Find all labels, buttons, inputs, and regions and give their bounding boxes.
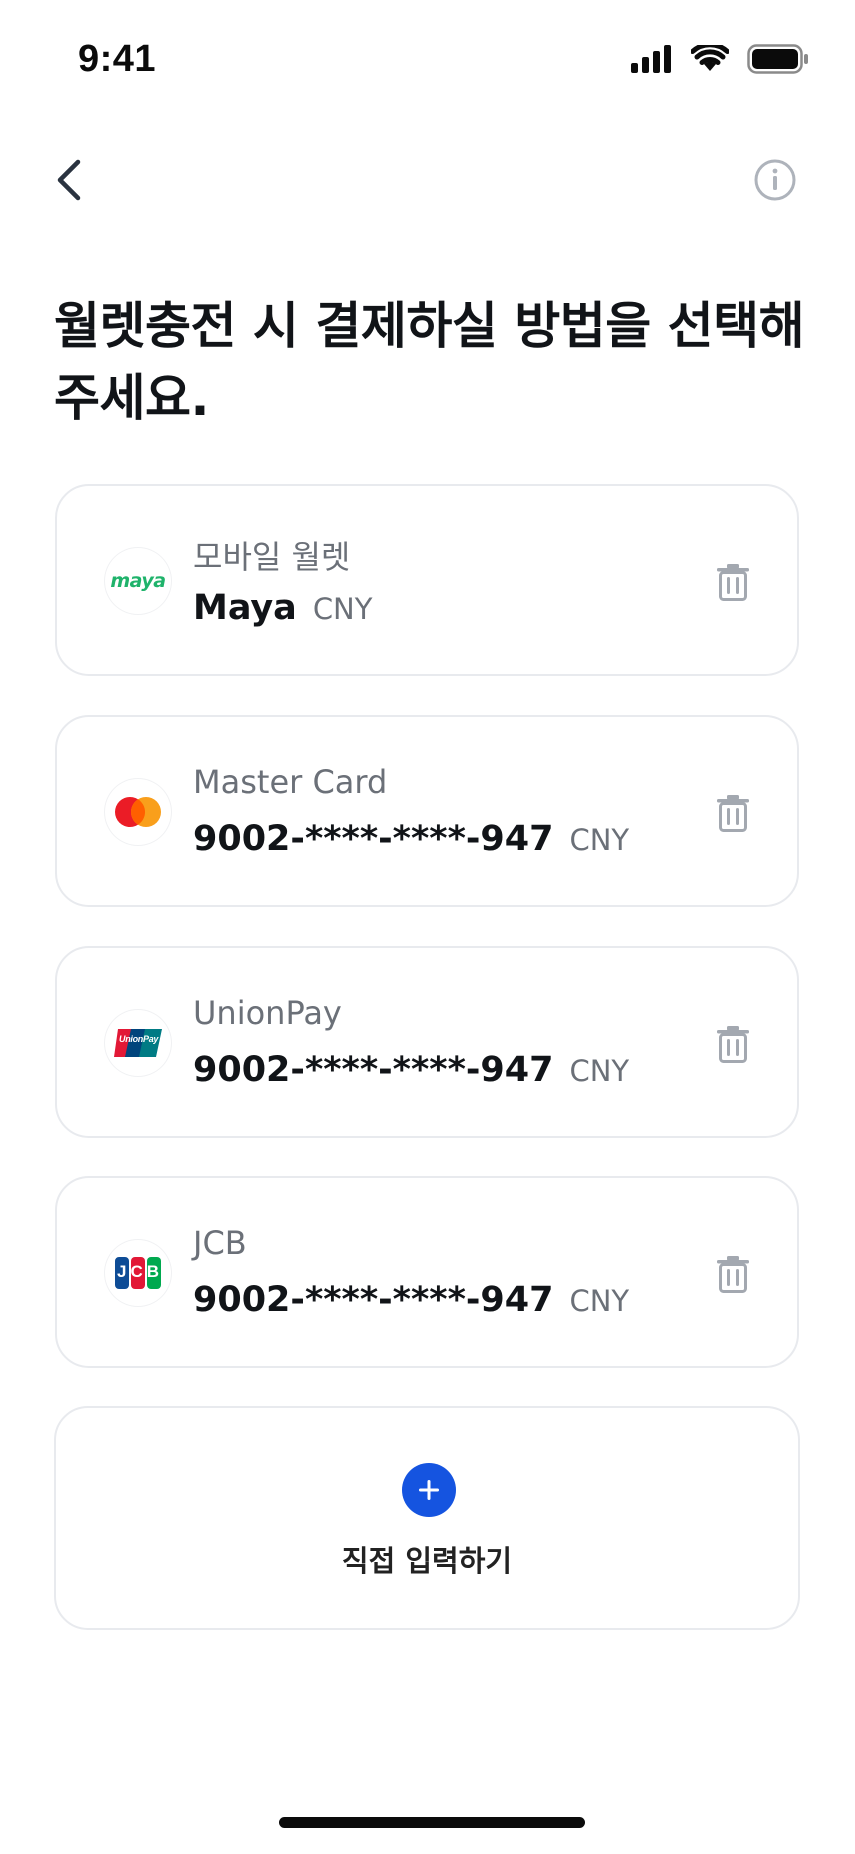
currency-label: CNY <box>569 823 630 857</box>
trash-icon <box>717 1026 749 1063</box>
payment-type-label: JCB <box>193 1224 247 1262</box>
mastercard-logo <box>105 779 171 845</box>
add-payment-method-button[interactable]: 직접 입력하기 <box>54 1406 800 1630</box>
home-indicator[interactable] <box>279 1817 585 1828</box>
info-icon <box>754 159 796 201</box>
payment-details: 9002-****-****-947 CNY <box>193 819 629 859</box>
delete-button[interactable] <box>713 560 753 604</box>
payment-type-label: UnionPay <box>193 994 342 1032</box>
payment-type-label: Master Card <box>193 763 388 801</box>
card-number: 9002-****-****-947 <box>193 819 554 859</box>
trash-icon <box>717 1256 749 1293</box>
card-number: 9002-****-****-947 <box>193 1050 554 1090</box>
unionpay-logo: UnionPay <box>105 1010 171 1076</box>
payment-type-label: 모바일 월렛 <box>193 538 351 576</box>
navigation-bar <box>0 150 855 210</box>
jcb-logo: JCB <box>105 1240 171 1306</box>
payment-method-card-unionpay[interactable]: UnionPay UnionPay 9002-****-****-947 CNY <box>55 946 799 1138</box>
back-button[interactable] <box>46 150 92 210</box>
wifi-icon <box>690 42 730 78</box>
info-button[interactable] <box>751 156 799 204</box>
maya-logo: maya <box>105 548 171 614</box>
currency-label: CNY <box>569 1054 630 1088</box>
trash-icon <box>717 564 749 601</box>
page-title: 월렛충전 시 결제하실 방법을 선택해 주세요. <box>54 297 805 427</box>
status-icons <box>631 42 809 79</box>
currency-label: CNY <box>312 592 373 626</box>
maya-logo-text: maya <box>110 570 166 592</box>
card-number: 9002-****-****-947 <box>193 1280 554 1320</box>
payment-method-card-jcb[interactable]: JCB JCB 9002-****-****-947 CNY <box>55 1176 799 1368</box>
cellular-signal-icon <box>631 45 673 78</box>
payment-details: 9002-****-****-947 CNY <box>193 1050 629 1090</box>
mastercard-circles-icon <box>115 797 161 827</box>
payment-details: 9002-****-****-947 CNY <box>193 1280 629 1320</box>
battery-icon <box>747 44 809 79</box>
payment-method-card-maya[interactable]: maya 모바일 월렛 Maya CNY <box>55 484 799 676</box>
delete-button[interactable] <box>713 1022 753 1066</box>
jcb-logo-text: JCB <box>116 1262 163 1281</box>
status-time: 9:41 <box>78 38 157 80</box>
payment-name: Maya <box>193 588 297 628</box>
delete-button[interactable] <box>713 791 753 835</box>
currency-label: CNY <box>569 1284 630 1318</box>
chevron-left-icon <box>57 159 81 201</box>
trash-icon <box>717 795 749 832</box>
payment-method-card-mastercard[interactable]: Master Card 9002-****-****-947 CNY <box>55 715 799 907</box>
payment-details: Maya CNY <box>193 588 372 628</box>
delete-button[interactable] <box>713 1252 753 1296</box>
status-bar: 9:41 <box>0 0 855 120</box>
add-payment-method-label: 직접 입력하기 <box>341 1544 513 1578</box>
plus-icon <box>402 1463 456 1517</box>
unionpay-logo-text: UnionPay <box>119 1034 159 1044</box>
